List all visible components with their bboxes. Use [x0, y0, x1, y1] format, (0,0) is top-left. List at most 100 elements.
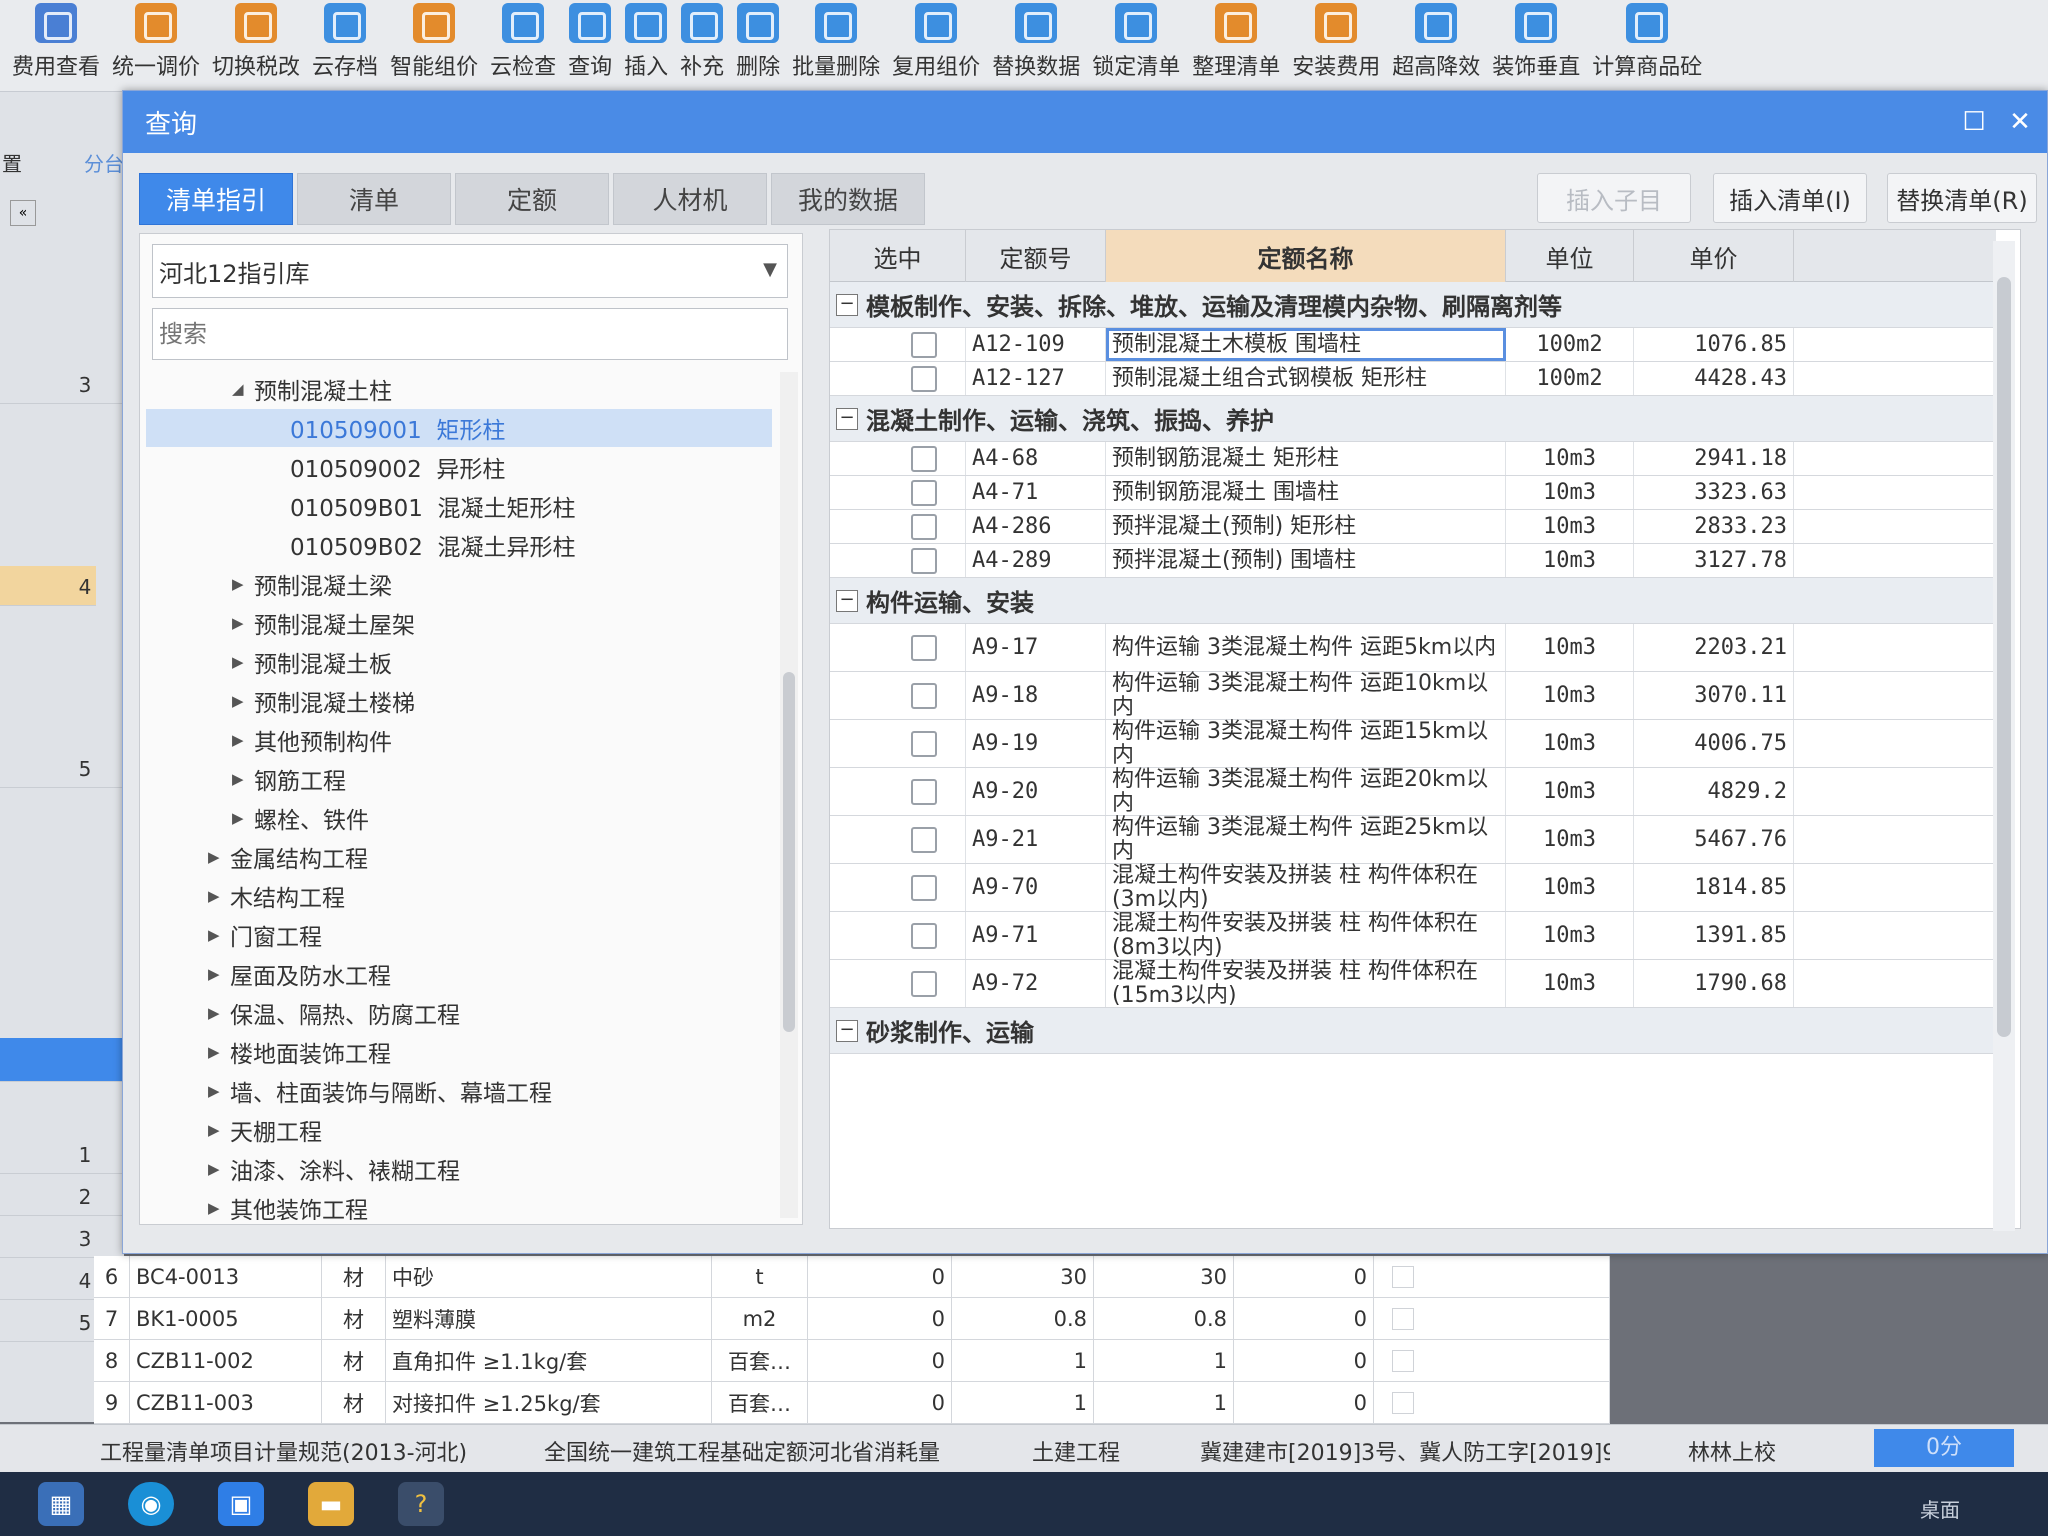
row-checkbox[interactable] [911, 479, 937, 506]
quota-code[interactable]: A4-68 [966, 442, 1106, 475]
ribbon-button[interactable]: 装饰垂直 [1486, 3, 1586, 91]
quota-unit[interactable]: 10m3 [1506, 544, 1634, 577]
tree-leaf[interactable]: 010509B01 混凝土矩形柱 [290, 487, 575, 525]
tree-node[interactable]: ▶ 预制混凝土梁 [232, 565, 392, 603]
quota-price[interactable]: 2833.23 [1634, 510, 1794, 543]
tree-node[interactable]: ▶ 楼地面装饰工程 [208, 1033, 391, 1071]
quota-price[interactable]: 3323.63 [1634, 476, 1794, 509]
row-checkbox[interactable] [911, 970, 937, 997]
quota-name[interactable]: 预制混凝土组合式钢模板 矩形柱 [1106, 362, 1506, 395]
quota-name[interactable]: 构件运输 3类混凝土构件 运距5km以内 [1106, 624, 1506, 671]
ribbon-button[interactable]: 超高降效 [1386, 3, 1486, 91]
quota-name[interactable]: 预制混凝土木模板 围墙柱 [1106, 328, 1506, 361]
table-row[interactable]: A12-109 预制混凝土木模板 围墙柱 100m2 1076.85 [830, 328, 1996, 362]
tree-scrollbar[interactable] [780, 372, 798, 1218]
table-row[interactable]: A9-71 混凝土构件安装及拼装 柱 构件体积在(8m3以内) 10m3 1391.8… [830, 911, 1996, 960]
collapsed-arrow-icon[interactable]: ▶ [208, 1004, 230, 1022]
quota-code[interactable]: A12-127 [966, 362, 1106, 395]
collapsed-arrow-icon[interactable]: ▶ [208, 926, 230, 944]
tree-leaf[interactable]: 010509002 异形柱 [290, 448, 505, 486]
collapse-toggle-icon[interactable]: − [836, 590, 858, 612]
tab-list[interactable]: 清单 [297, 173, 451, 225]
row-checkbox[interactable] [911, 445, 937, 472]
quota-unit[interactable]: 10m3 [1506, 960, 1634, 1007]
status-quota-lib[interactable]: 全国统一建筑工程基础定额河北省消耗量 [544, 1435, 940, 1467]
collapsed-arrow-icon[interactable]: ▶ [232, 614, 254, 632]
collapsed-arrow-icon[interactable]: ▶ [208, 1199, 230, 1217]
scrollbar-thumb[interactable] [783, 672, 795, 1032]
quota-price[interactable]: 3127.78 [1634, 544, 1794, 577]
ribbon-button[interactable]: 删除 [730, 3, 786, 91]
quota-code[interactable]: A9-72 [966, 960, 1106, 1007]
ribbon-button[interactable]: 插入 [618, 3, 674, 91]
tree-node[interactable]: ▶ 预制混凝土屋架 [232, 604, 415, 642]
quota-price[interactable]: 1391.85 [1634, 912, 1794, 959]
grid-scrollbar[interactable] [1993, 241, 2015, 1231]
ribbon-button[interactable]: 批量删除 [786, 3, 886, 91]
quota-code[interactable]: A4-289 [966, 544, 1106, 577]
table-row[interactable]: A4-289 预拌混凝土(预制) 围墙柱 10m3 3127.78 [830, 544, 1996, 578]
quota-price[interactable]: 4428.43 [1634, 362, 1794, 395]
quota-unit[interactable]: 10m3 [1506, 672, 1634, 719]
group-row[interactable]: − 砂浆制作、运输 [830, 1008, 1996, 1054]
row-checkbox[interactable] [911, 513, 937, 540]
status-spec[interactable]: 工程量清单项目计量规范(2013-河北) [100, 1435, 467, 1467]
quota-code[interactable]: A12-109 [966, 328, 1106, 361]
ribbon-button[interactable]: 计算商品砼 [1586, 3, 1708, 91]
table-row[interactable]: A9-18 构件运输 3类混凝土构件 运距10km以内 10m3 3070.11 [830, 671, 1996, 720]
ribbon-button[interactable]: 切换税改 [206, 3, 306, 91]
group-row[interactable]: − 模板制作、安装、拆除、堆放、运输及清理模内杂物、刷隔离剂等 [830, 282, 1996, 328]
scrollbar-thumb[interactable] [1997, 277, 2011, 1037]
close-icon[interactable]: ✕ [2003, 105, 2037, 139]
quota-price[interactable]: 1814.85 [1634, 864, 1794, 911]
library-select[interactable]: 河北12指引库 ▼ [152, 244, 788, 298]
ribbon-button[interactable]: 复用组价 [886, 3, 986, 91]
tab-labor-material[interactable]: 人材机 [613, 173, 767, 225]
quota-name[interactable]: 构件运输 3类混凝土构件 运距15km以内 [1106, 719, 1506, 767]
collapsed-arrow-icon[interactable]: ▶ [208, 1043, 230, 1061]
quota-price[interactable]: 2203.21 [1634, 624, 1794, 671]
row-checkbox[interactable] [911, 922, 937, 949]
search-input[interactable] [152, 308, 788, 360]
header-price[interactable]: 单价 [1634, 230, 1794, 282]
group-row[interactable]: − 混凝土制作、运输、浇筑、振捣、养护 [830, 396, 1996, 442]
row-checkbox[interactable] [911, 778, 937, 805]
row-checkbox[interactable] [911, 730, 937, 757]
ribbon-button[interactable]: 锁定清单 [1086, 3, 1186, 91]
quota-code[interactable]: A4-286 [966, 510, 1106, 543]
row-checkbox[interactable] [911, 874, 937, 901]
tree-node[interactable]: ▶ 墙、柱面装饰与隔断、幕墙工程 [208, 1072, 552, 1110]
table-row[interactable]: A9-20 构件运输 3类混凝土构件 运距20km以内 10m3 4829.2 [830, 767, 1996, 816]
quota-code[interactable]: A9-17 [966, 624, 1106, 671]
collapsed-arrow-icon[interactable]: ▶ [208, 1160, 230, 1178]
collapsed-arrow-icon[interactable]: ▶ [208, 848, 230, 866]
ribbon-button[interactable]: 统一调价 [106, 3, 206, 91]
quota-unit[interactable]: 10m3 [1506, 864, 1634, 911]
tree-node[interactable]: ▶ 螺栓、铁件 [232, 799, 369, 837]
tree-leaf[interactable]: 010509B02 混凝土异形柱 [290, 526, 575, 564]
tree-node[interactable]: ▶ 其他预制构件 [232, 721, 392, 759]
quota-price[interactable]: 4006.75 [1634, 720, 1794, 767]
edge-browser-icon[interactable]: ◉ [128, 1482, 174, 1526]
collapsed-arrow-icon[interactable]: ▶ [232, 770, 254, 788]
desktop-label[interactable]: 桌面 [1920, 1494, 1960, 1523]
quota-unit[interactable]: 10m3 [1506, 720, 1634, 767]
collapsed-arrow-icon[interactable]: ▶ [208, 887, 230, 905]
dialog-titlebar[interactable]: 查询 ☐ ✕ [123, 91, 2047, 153]
header-name[interactable]: 定额名称 [1106, 230, 1506, 282]
quota-name[interactable]: 混凝土构件安装及拼装 柱 构件体积在(3m以内) [1106, 863, 1506, 911]
quota-name[interactable]: 预制钢筋混凝土 矩形柱 [1106, 442, 1506, 475]
header-code[interactable]: 定额号 [966, 230, 1106, 282]
tree-node[interactable]: ▶ 屋面及防水工程 [208, 955, 391, 993]
expanded-arrow-icon[interactable]: ◢ [232, 380, 254, 398]
quota-price[interactable]: 1076.85 [1634, 328, 1794, 361]
tree-node[interactable]: ▶ 天棚工程 [208, 1111, 322, 1149]
tree-node[interactable]: ▶ 预制混凝土板 [232, 643, 392, 681]
quota-name[interactable]: 构件运输 3类混凝土构件 运距10km以内 [1106, 671, 1506, 719]
table-row[interactable]: A9-17 构件运输 3类混凝土构件 运距5km以内 10m3 2203.21 [830, 624, 1996, 672]
row-checkbox[interactable] [1392, 1350, 1414, 1372]
ribbon-button[interactable]: 整理清单 [1186, 3, 1286, 91]
quota-price[interactable]: 2941.18 [1634, 442, 1794, 475]
collapse-toggle-icon[interactable]: − [836, 1020, 858, 1042]
collapsed-arrow-icon[interactable]: ▶ [232, 809, 254, 827]
